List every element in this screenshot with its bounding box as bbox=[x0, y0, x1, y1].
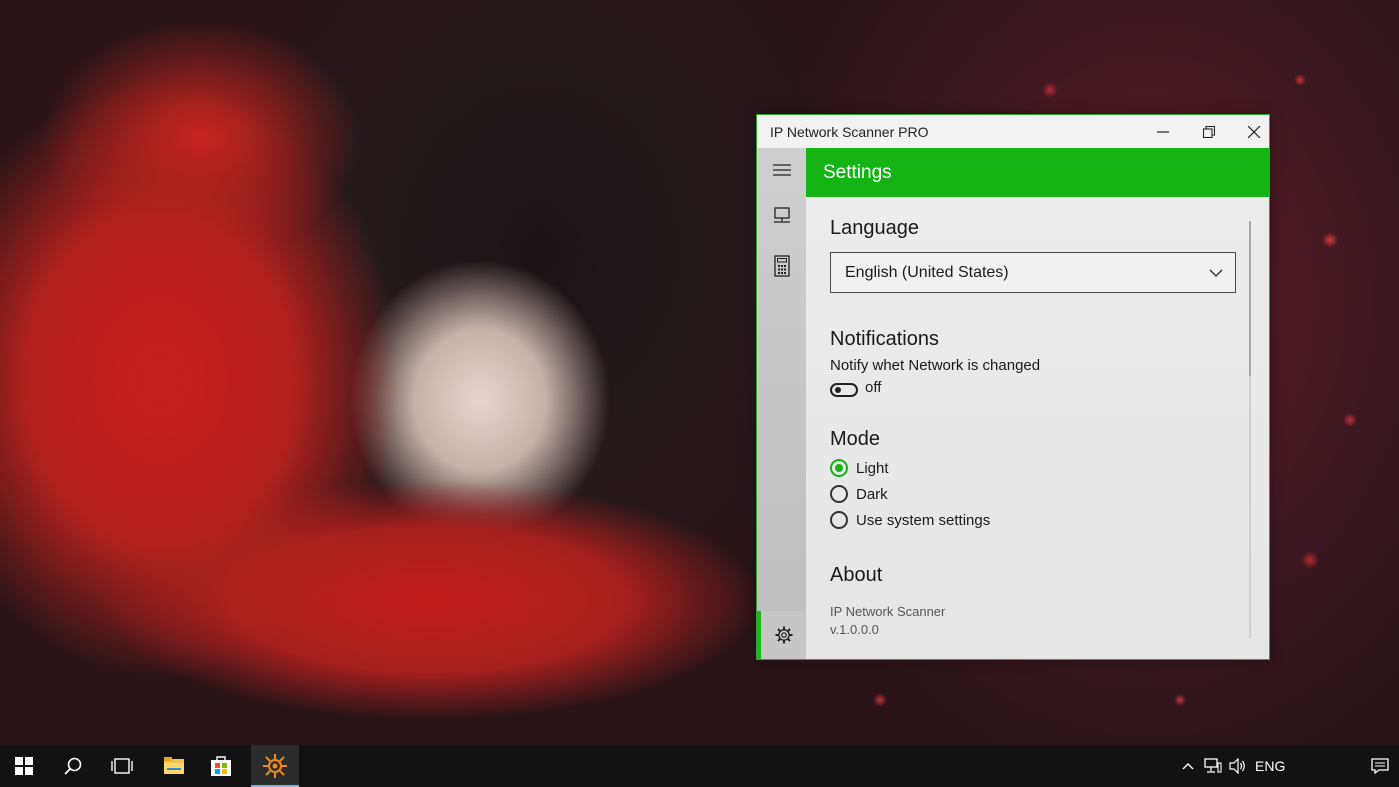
chevron-down-icon bbox=[1209, 269, 1223, 277]
store-button[interactable] bbox=[197, 745, 245, 787]
mode-option-label: Use system settings bbox=[856, 511, 991, 529]
start-button[interactable] bbox=[0, 745, 48, 787]
mode-option-label: Dark bbox=[856, 485, 888, 503]
radio-button-dark[interactable] bbox=[830, 485, 848, 503]
network-icon bbox=[1204, 758, 1222, 773]
close-button[interactable] bbox=[1231, 115, 1277, 148]
file-explorer-button[interactable] bbox=[150, 745, 198, 787]
gear-icon bbox=[775, 626, 792, 644]
notifications-section-title: Notifications bbox=[830, 328, 939, 350]
hamburger-menu-icon bbox=[772, 164, 791, 176]
action-center-button[interactable] bbox=[1366, 745, 1394, 787]
minimize-icon bbox=[1157, 130, 1169, 133]
chevron-up-icon bbox=[1182, 763, 1194, 770]
about-section-title: About bbox=[830, 564, 883, 586]
mode-option-light[interactable]: Light bbox=[830, 459, 889, 477]
restore-button[interactable] bbox=[1186, 115, 1232, 148]
restore-icon bbox=[1203, 125, 1215, 138]
search-button[interactable] bbox=[49, 745, 97, 787]
close-icon bbox=[1248, 125, 1260, 138]
network-tray-button[interactable] bbox=[1202, 745, 1224, 787]
toggle-knob bbox=[835, 387, 841, 393]
nav-calculator[interactable] bbox=[757, 246, 806, 286]
window-title: IP Network Scanner PRO bbox=[770, 123, 929, 140]
notify-network-change-label: Notify whet Network is changed bbox=[830, 357, 1041, 374]
volume-icon bbox=[1229, 758, 1245, 774]
radio-button-light[interactable] bbox=[830, 459, 848, 477]
notification-icon bbox=[1371, 758, 1389, 774]
scrollbar-thumb[interactable] bbox=[1249, 221, 1251, 376]
app-window: IP Network Scanner PRO Settings Language… bbox=[756, 114, 1270, 660]
computer-icon bbox=[773, 207, 790, 223]
ip-scanner-taskbar-button[interactable] bbox=[251, 745, 299, 787]
page-title: Settings bbox=[823, 161, 892, 183]
toggle-state-label: off bbox=[865, 379, 882, 396]
store-icon bbox=[211, 756, 231, 776]
task-view-button[interactable] bbox=[98, 745, 146, 787]
nav-menu-button[interactable] bbox=[757, 150, 806, 190]
taskbar: ENG bbox=[0, 745, 1399, 787]
nav-settings[interactable] bbox=[757, 611, 806, 659]
search-icon bbox=[64, 757, 82, 775]
ip-scanner-icon bbox=[263, 754, 287, 778]
mode-option-dark[interactable]: Dark bbox=[830, 485, 888, 503]
minimize-button[interactable] bbox=[1140, 115, 1186, 148]
mode-option-system[interactable]: Use system settings bbox=[830, 511, 990, 529]
settings-header: Settings bbox=[806, 148, 1269, 197]
settings-content: Language English (United States) Notific… bbox=[806, 197, 1269, 659]
nav-network-scanner[interactable] bbox=[757, 196, 806, 236]
language-selected-value: English (United States) bbox=[845, 263, 1009, 281]
input-language-indicator[interactable]: ENG bbox=[1255, 745, 1285, 787]
file-explorer-icon bbox=[164, 757, 184, 774]
language-section-title: Language bbox=[830, 217, 919, 239]
notify-toggle-switch[interactable] bbox=[830, 383, 858, 397]
task-view-icon bbox=[111, 758, 133, 774]
vertical-scrollbar[interactable] bbox=[1249, 221, 1251, 638]
nav-pane bbox=[757, 148, 806, 659]
language-dropdown[interactable]: English (United States) bbox=[830, 252, 1236, 293]
mode-option-label: Light bbox=[856, 459, 889, 477]
about-version: v.1.0.0.0 bbox=[830, 622, 879, 637]
mode-section-title: Mode bbox=[830, 428, 881, 450]
radio-button-system[interactable] bbox=[830, 511, 848, 529]
title-bar[interactable]: IP Network Scanner PRO bbox=[757, 115, 1269, 148]
start-icon bbox=[15, 757, 33, 775]
volume-tray-button[interactable] bbox=[1227, 745, 1249, 787]
show-hidden-icons-button[interactable] bbox=[1178, 745, 1198, 787]
calculator-icon bbox=[773, 255, 790, 277]
about-app-name: IP Network Scanner bbox=[830, 604, 946, 619]
